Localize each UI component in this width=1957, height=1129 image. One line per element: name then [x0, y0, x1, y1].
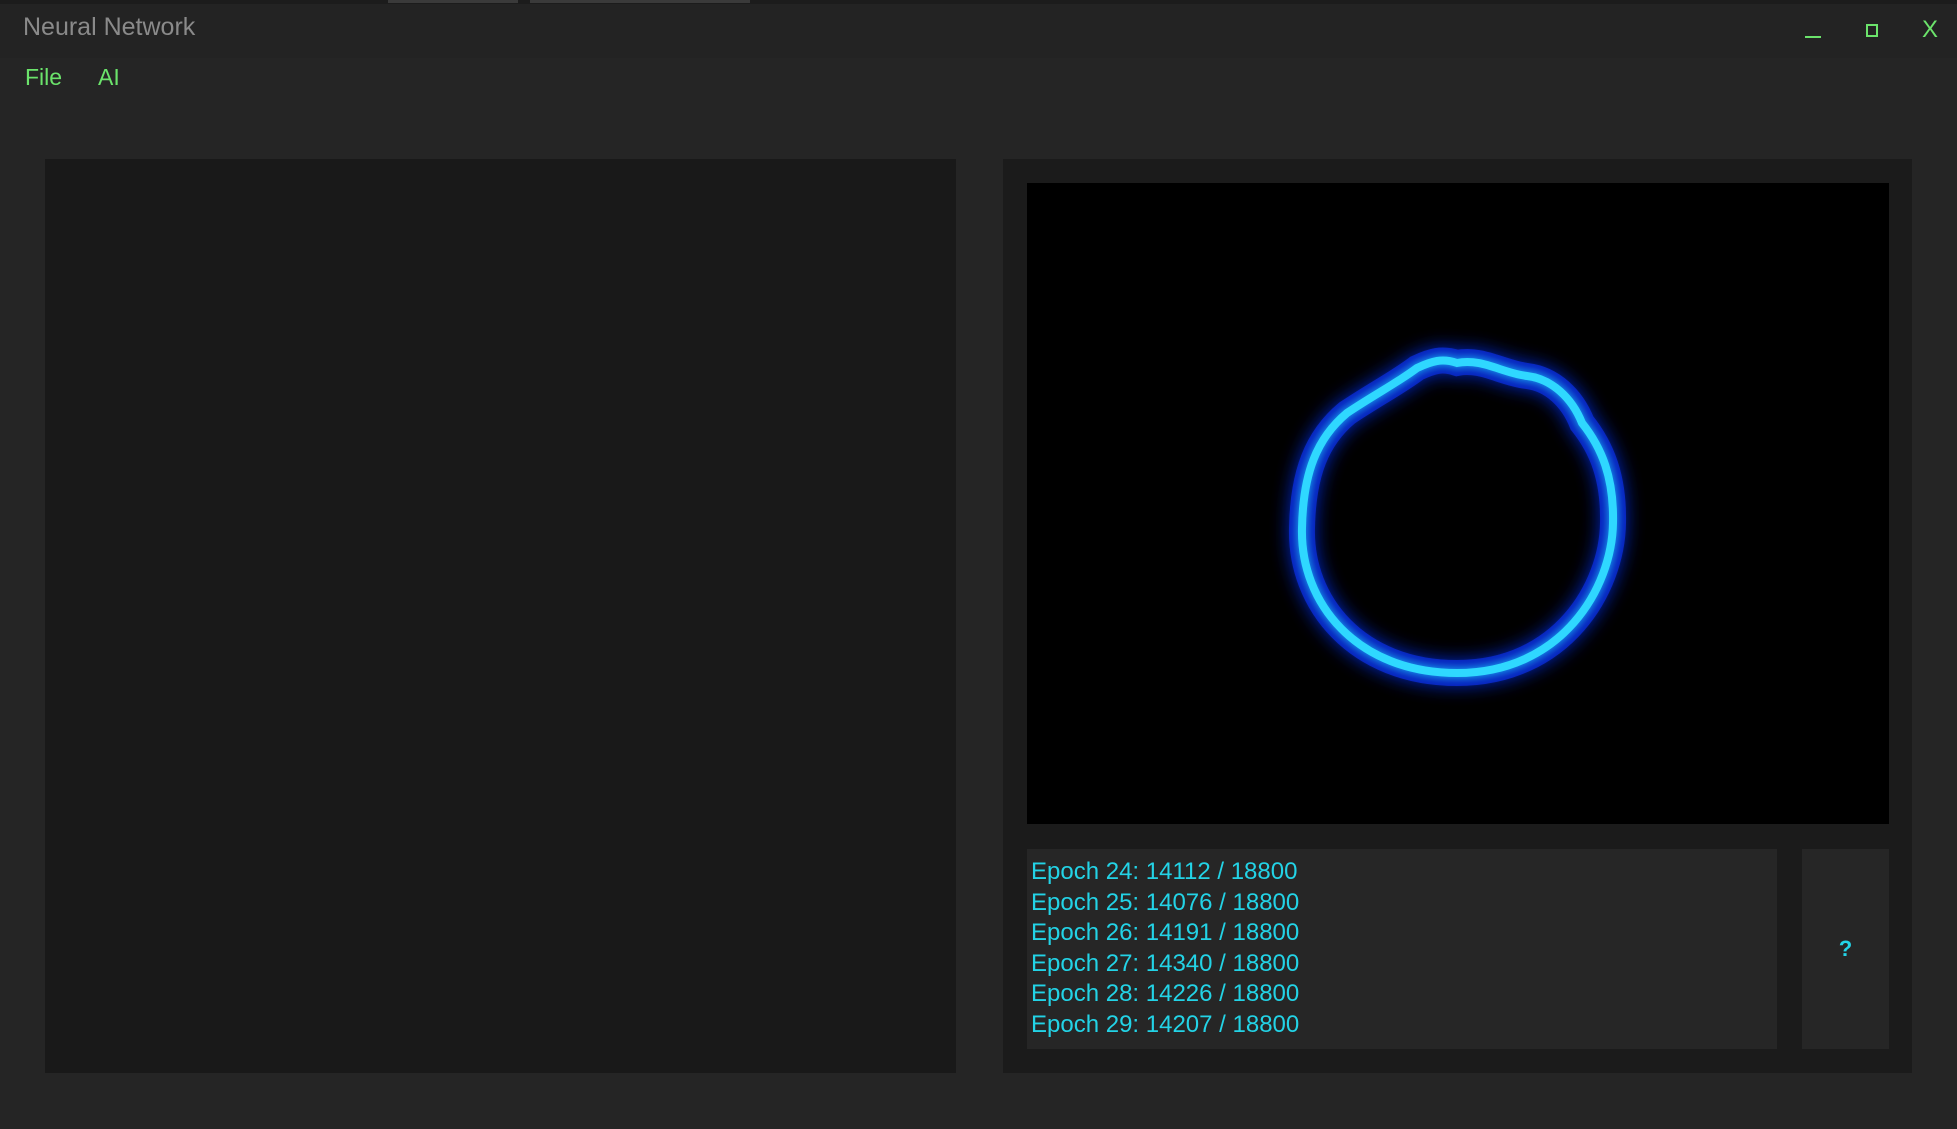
log-line: Epoch 25: 14076 / 18800: [1031, 888, 1300, 916]
title-bar-tab-highlight: [388, 0, 518, 3]
log-line: Epoch 26: 14191 / 18800: [1031, 919, 1300, 946]
log-line: Epoch 24: 14112 / 18800: [1031, 858, 1298, 885]
menu-ai[interactable]: AI: [98, 64, 120, 91]
training-log: Epoch 24: 14112 / 18800 Epoch 25: 14076 …: [1027, 849, 1777, 1049]
glowing-ring-icon: [1288, 347, 1627, 687]
menu-file[interactable]: File: [25, 64, 62, 91]
close-button[interactable]: X: [1908, 10, 1952, 50]
right-panel: Epoch 24: 14112 / 18800 Epoch 25: 14076 …: [1003, 159, 1912, 1073]
help-button[interactable]: ?: [1802, 849, 1889, 1049]
app-window: Neural Network X File AI Epoch 24: 14112…: [0, 0, 1957, 1129]
minimize-button[interactable]: [1791, 10, 1835, 50]
log-line: Epoch 27: 14340 / 18800: [1031, 949, 1300, 977]
close-icon: X: [1921, 16, 1938, 43]
left-panel: [45, 159, 956, 1073]
menu-bar: File AI: [0, 58, 1957, 98]
log-line: Epoch 28: 14226 / 18800: [1031, 980, 1300, 1007]
log-line: Epoch 29: 14207 / 18800: [1031, 1010, 1300, 1038]
title-bar-tab-highlight: [530, 0, 750, 3]
window-title: Neural Network: [23, 13, 196, 41]
minimize-icon: [1805, 36, 1821, 38]
visualization-canvas: [1027, 183, 1889, 824]
title-bar[interactable]: Neural Network X: [0, 0, 1957, 58]
maximize-button[interactable]: [1850, 10, 1894, 50]
maximize-icon: [1866, 23, 1878, 37]
